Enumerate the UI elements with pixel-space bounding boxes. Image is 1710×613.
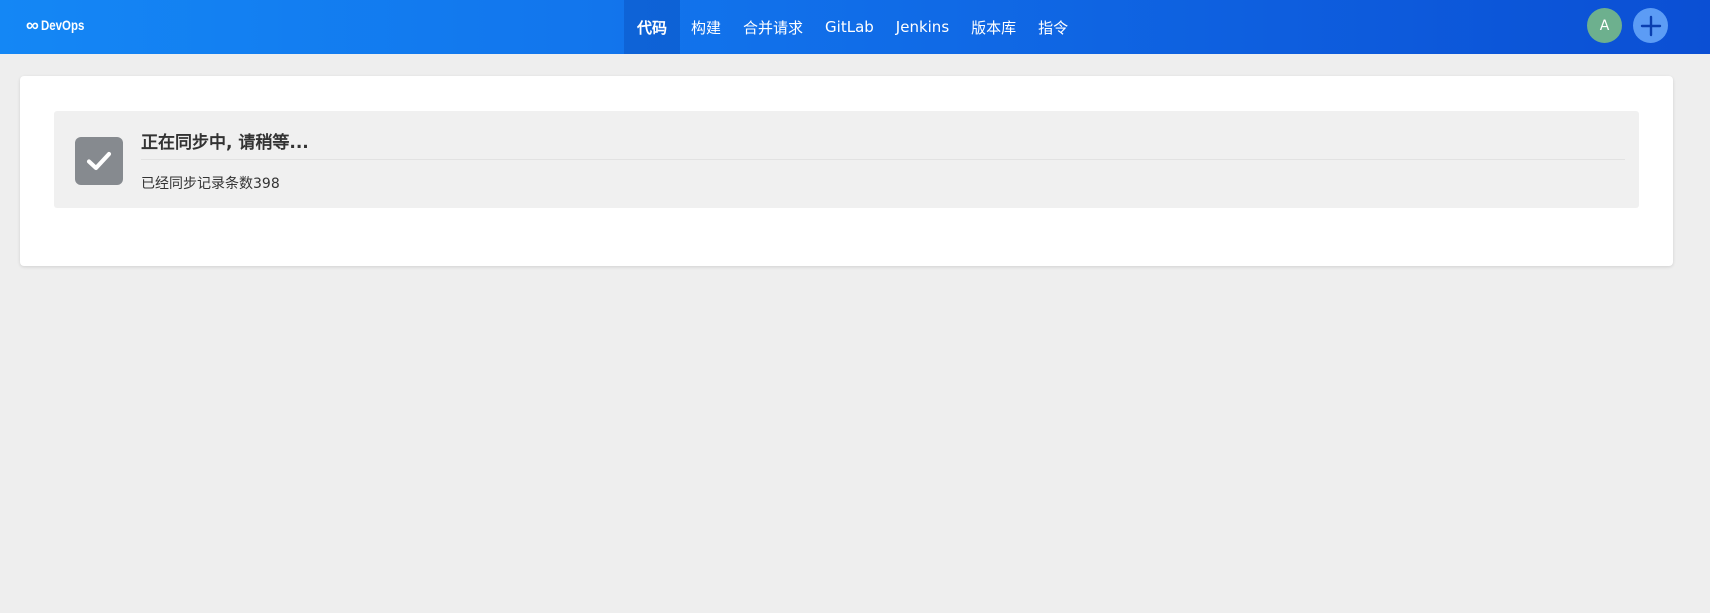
check-icon bbox=[86, 151, 112, 171]
infinity-icon: ∞ bbox=[26, 15, 39, 35]
status-badge bbox=[75, 137, 123, 185]
nav-item-build[interactable]: 构建 bbox=[680, 0, 732, 54]
sync-record-count: 已经同步记录条数398 bbox=[141, 176, 280, 192]
nav-item-commands[interactable]: 指令 bbox=[1027, 0, 1079, 54]
sync-status-title: 正在同步中, 请稍等... bbox=[141, 133, 309, 153]
main-nav: 代码 构建 合并请求 GitLab Jenkins 版本库 指令 bbox=[624, 0, 1079, 54]
add-button[interactable] bbox=[1633, 8, 1668, 43]
plus-icon bbox=[1640, 15, 1661, 36]
user-avatar[interactable]: A bbox=[1587, 8, 1622, 43]
nav-item-code[interactable]: 代码 bbox=[624, 0, 681, 54]
nav-item-merge-requests[interactable]: 合并请求 bbox=[732, 0, 814, 54]
sync-notice: 正在同步中, 请稍等... 已经同步记录条数398 bbox=[54, 111, 1639, 208]
divider bbox=[141, 159, 1625, 160]
nav-item-repository[interactable]: 版本库 bbox=[960, 0, 1027, 54]
top-navigation-bar: ∞ DevOps 代码 构建 合并请求 GitLab Jenkins 版本库 指… bbox=[0, 0, 1710, 54]
brand-name: DevOps bbox=[40, 17, 85, 33]
brand-logo[interactable]: ∞ DevOps bbox=[26, 14, 94, 36]
nav-item-jenkins[interactable]: Jenkins bbox=[885, 0, 960, 54]
nav-item-gitlab[interactable]: GitLab bbox=[814, 0, 885, 54]
sync-card: 正在同步中, 请稍等... 已经同步记录条数398 bbox=[20, 76, 1673, 266]
